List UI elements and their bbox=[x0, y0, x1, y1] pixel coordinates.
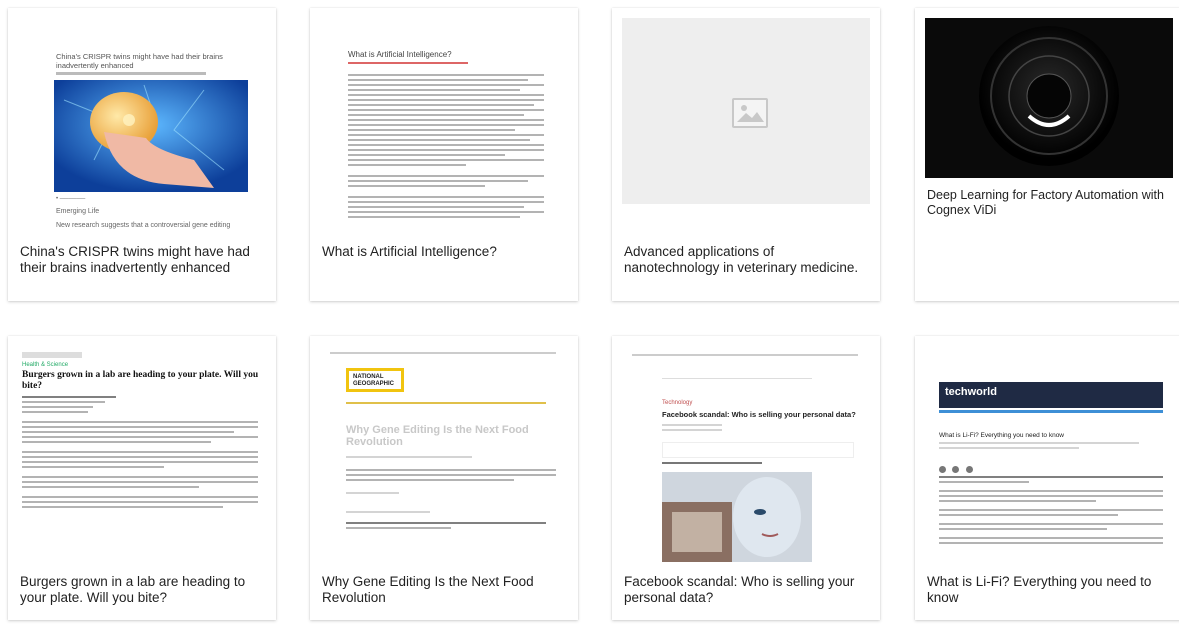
thumb-bullet: • ────── bbox=[56, 196, 86, 202]
article-thumbnail bbox=[622, 18, 870, 234]
card-title[interactable]: Burgers grown in a lab are heading to yo… bbox=[20, 574, 266, 606]
article-photo bbox=[662, 472, 812, 562]
thumb-headline: Burgers grown in a lab are heading to yo… bbox=[22, 370, 259, 391]
article-card[interactable]: Technology Facebook scandal: Who is sell… bbox=[612, 336, 880, 620]
article-card[interactable]: Health & Science Burgers grown in a lab … bbox=[8, 336, 276, 620]
thumb-teaser: New research suggests that a controversi… bbox=[56, 222, 231, 229]
caption-line bbox=[662, 462, 762, 464]
article-card[interactable]: Advanced applications of nanotechnology … bbox=[612, 8, 880, 301]
article-thumbnail: China's CRISPR twins might have had thei… bbox=[18, 18, 266, 234]
card-title[interactable]: Advanced applications of nanotechnology … bbox=[624, 244, 870, 276]
image-placeholder bbox=[622, 18, 870, 204]
article-card[interactable]: Deep Learning for Factory Automation wit… bbox=[915, 8, 1179, 301]
article-card[interactable]: NATIONAL GEOGRAPHIC Why Gene Editing Is … bbox=[310, 336, 578, 620]
camera-lens-image bbox=[925, 18, 1173, 178]
byline-line bbox=[56, 72, 206, 75]
article-card[interactable]: What is Artificial Intelligence? What is… bbox=[310, 8, 578, 301]
article-card[interactable]: techworld What is Li-Fi? Everything you … bbox=[915, 336, 1179, 620]
thumb-headline: Facebook scandal: Who is selling your pe… bbox=[662, 410, 856, 419]
article-thumbnail: Technology Facebook scandal: Who is sell… bbox=[622, 346, 870, 568]
thumb-body-text bbox=[939, 476, 1163, 547]
byline bbox=[939, 442, 1139, 452]
techworld-logo: techworld bbox=[939, 382, 1163, 408]
publisher-logo bbox=[22, 352, 82, 358]
image-placeholder-icon bbox=[732, 98, 768, 128]
article-card[interactable]: China's CRISPR twins might have had thei… bbox=[8, 8, 276, 301]
card-title[interactable]: What is Artificial Intelligence? bbox=[322, 244, 568, 260]
card-title[interactable]: What is Li-Fi? Everything you need to kn… bbox=[927, 574, 1173, 606]
thumb-headline: China's CRISPR twins might have had thei… bbox=[56, 52, 223, 70]
thumb-headline: What is Li-Fi? Everything you need to kn… bbox=[939, 432, 1065, 439]
nav-bar bbox=[662, 372, 812, 379]
share-icons bbox=[939, 460, 999, 473]
article-thumbnail: What is Artificial Intelligence? bbox=[320, 18, 568, 234]
natgeo-logo: NATIONAL GEOGRAPHIC bbox=[346, 368, 404, 392]
article-thumbnail: Health & Science Burgers grown in a lab … bbox=[18, 346, 266, 568]
thumb-body-text bbox=[346, 456, 556, 532]
card-title[interactable]: Facebook scandal: Who is selling your pe… bbox=[624, 574, 870, 606]
fetus-brain-image bbox=[54, 80, 248, 192]
article-thumbnail: Deep Learning for Factory Automation wit… bbox=[925, 18, 1173, 234]
nav-strip bbox=[939, 410, 1163, 413]
top-bar bbox=[632, 354, 858, 356]
thumb-section: Health & Science bbox=[22, 362, 69, 368]
thumb-headline: Why Gene Editing Is the Next Food Revolu… bbox=[346, 424, 529, 448]
thumb-headline: What is Artificial Intelligence? bbox=[348, 50, 452, 59]
share-bar bbox=[662, 442, 854, 458]
byline bbox=[662, 424, 722, 434]
thumb-section: Technology bbox=[662, 400, 693, 406]
thumb-body-text bbox=[348, 74, 544, 221]
article-thumbnail: techworld What is Li-Fi? Everything you … bbox=[925, 346, 1173, 568]
thumb-headline: Deep Learning for Factory Automation wit… bbox=[927, 188, 1164, 217]
thumb-body-text bbox=[22, 396, 258, 511]
article-thumbnail: NATIONAL GEOGRAPHIC Why Gene Editing Is … bbox=[320, 346, 568, 568]
card-title[interactable]: Why Gene Editing Is the Next Food Revolu… bbox=[322, 574, 568, 606]
top-bar bbox=[330, 352, 556, 354]
card-title[interactable]: China's CRISPR twins might have had thei… bbox=[20, 244, 266, 276]
byline-line bbox=[348, 62, 468, 64]
kicker-line bbox=[346, 402, 546, 404]
thumb-tag: Emerging Life bbox=[56, 208, 100, 215]
